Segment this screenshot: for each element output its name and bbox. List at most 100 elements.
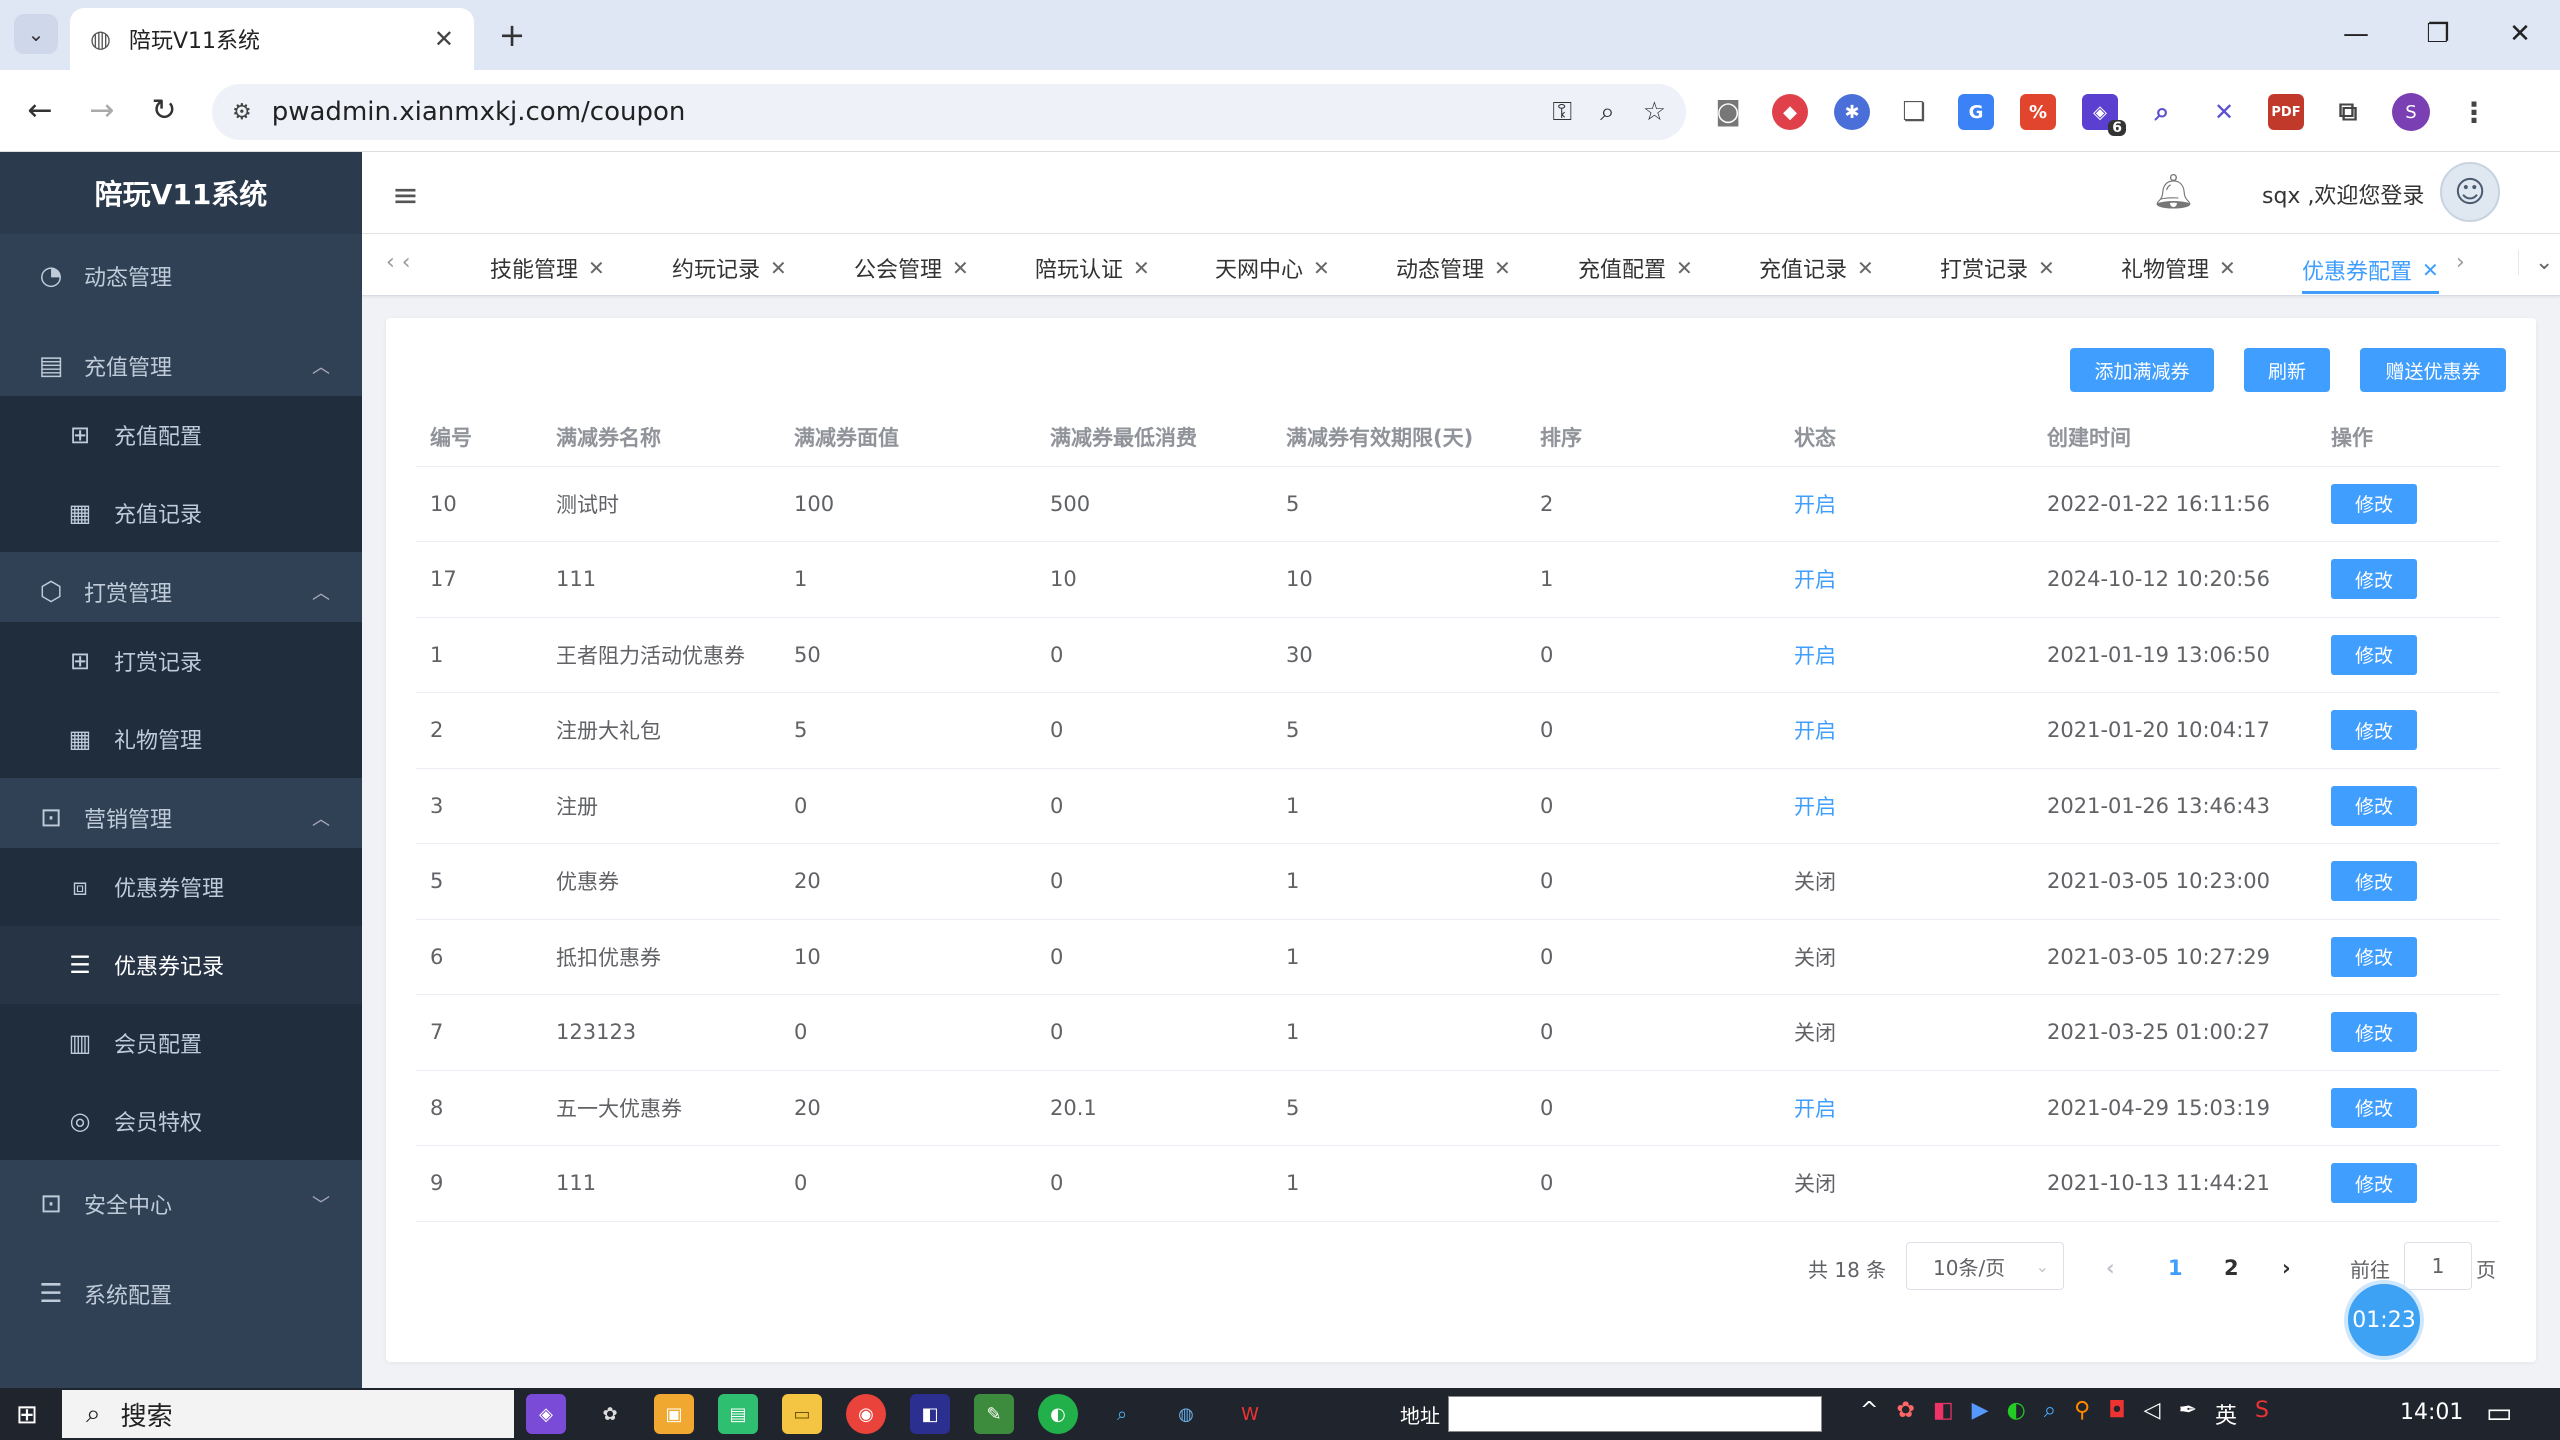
column-header-value[interactable]: 满减券面值: [780, 408, 1036, 467]
refresh-button[interactable]: 刷新: [2244, 348, 2330, 392]
back-arrow-icon[interactable]: ←: [20, 91, 60, 131]
ide-icon[interactable]: ◧: [910, 1394, 950, 1434]
tray-s-icon[interactable]: S: [2255, 1398, 2269, 1430]
close-window-icon[interactable]: ✕: [2490, 14, 2550, 54]
page-2[interactable]: 2: [2224, 1244, 2239, 1292]
address-bar[interactable]: ⚙ pwadmin.xianmxkj.com/coupon ⚿ ⌕ ☆: [212, 84, 1686, 140]
close-icon[interactable]: ✕: [2219, 256, 2236, 280]
edit-button[interactable]: 修改: [2331, 559, 2417, 600]
sidebar-item-security[interactable]: ⊡ 安全中心 ﹀: [0, 1162, 362, 1246]
edit-button[interactable]: 修改: [2331, 861, 2417, 902]
edit-button[interactable]: 修改: [2331, 1012, 2417, 1053]
address-toolbar-input[interactable]: [1448, 1396, 1822, 1432]
floating-timer[interactable]: 01:23: [2344, 1280, 2424, 1360]
close-icon[interactable]: ✕: [2422, 258, 2439, 282]
prev-page-icon[interactable]: ‹: [2106, 1244, 2115, 1292]
column-header-id[interactable]: 编号: [416, 408, 542, 467]
edit-button[interactable]: 修改: [2331, 936, 2417, 977]
goto-page-input[interactable]: [2404, 1242, 2472, 1290]
bookmark-star-icon[interactable]: ☆: [1643, 97, 1666, 127]
shield-extension-icon[interactable]: ◆: [1772, 94, 1808, 130]
taskbar-clock[interactable]: 14:01: [2400, 1400, 2463, 1425]
tab-search-chevron-icon[interactable]: ⌄: [14, 14, 58, 54]
sidebar-item-coupon-management[interactable]: ⧈ 优惠券管理: [0, 848, 362, 926]
sidebar-item-member-config[interactable]: ▥ 会员配置: [0, 1004, 362, 1082]
camera-icon[interactable]: ◙: [1710, 94, 1746, 130]
close-icon[interactable]: ✕: [1857, 256, 1874, 280]
zoom-icon[interactable]: ⌕: [1600, 97, 1615, 128]
tag-guild-management[interactable]: 公会管理 ✕: [854, 248, 969, 288]
tags-scroll-right-icon[interactable]: ›: [2456, 250, 2465, 275]
restore-window-icon[interactable]: ❐: [2408, 14, 2468, 54]
page-1[interactable]: 1: [2168, 1244, 2183, 1292]
edit-button[interactable]: 修改: [2331, 483, 2417, 524]
tag-dynamic-management[interactable]: 动态管理 ✕: [1396, 248, 1511, 288]
tag-gift-management[interactable]: 礼物管理 ✕: [2121, 248, 2236, 288]
puzzle-extensions-icon[interactable]: ⧉: [2330, 94, 2366, 130]
hamburger-menu-icon[interactable]: ≡: [392, 176, 419, 214]
page-size-select[interactable]: 10条/页 ⌄: [1906, 1242, 2064, 1290]
browser-tab[interactable]: ◍ 陪玩V11系统 ✕: [70, 8, 474, 70]
tags-dropdown-chevron-icon[interactable]: ⌄: [2518, 250, 2553, 275]
app-icon-green-doc[interactable]: ▤: [718, 1394, 758, 1434]
search-extension-icon[interactable]: ⌕: [2144, 94, 2180, 130]
sidebar-item-dynamic[interactable]: ◔ 动态管理: [0, 234, 362, 318]
site-settings-icon[interactable]: ⚙: [232, 100, 252, 125]
tag-skill-management[interactable]: 技能管理 ✕: [490, 248, 605, 288]
slash-extension-icon[interactable]: %: [2020, 94, 2056, 130]
tray-chevron-up-icon[interactable]: ^: [1860, 1398, 1878, 1430]
column-header-name[interactable]: 满减券名称: [542, 408, 780, 467]
translate-extension-icon[interactable]: G: [1958, 94, 1994, 130]
tray-red-icon[interactable]: ◘: [2108, 1398, 2125, 1430]
tray-play-icon[interactable]: ▶: [1972, 1398, 1989, 1430]
reload-icon[interactable]: ↻: [144, 91, 184, 131]
close-icon[interactable]: ✕: [1133, 256, 1150, 280]
globe-app-icon[interactable]: ◍: [1166, 1394, 1206, 1434]
close-icon[interactable]: ✕: [1494, 256, 1511, 280]
pdf-extension-icon[interactable]: PDF: [2268, 94, 2304, 130]
close-icon[interactable]: ✕: [770, 256, 787, 280]
tray-key-icon[interactable]: ⚲: [2074, 1398, 2090, 1430]
tag-recharge-records[interactable]: 充值记录 ✕: [1759, 248, 1874, 288]
add-coupon-button[interactable]: 添加满减券: [2070, 348, 2214, 392]
new-tab-plus-icon[interactable]: +: [492, 16, 532, 56]
close-icon[interactable]: ✕: [2038, 256, 2055, 280]
minimize-window-icon[interactable]: —: [2326, 14, 2386, 54]
tray-flower-icon[interactable]: ✿: [1896, 1398, 1914, 1430]
notepad-icon[interactable]: ✎: [974, 1394, 1014, 1434]
sidebar-item-member-privilege[interactable]: ◎ 会员特权: [0, 1082, 362, 1160]
taskbar-search[interactable]: ⌕ 搜索: [62, 1390, 514, 1438]
forward-arrow-icon[interactable]: →: [82, 91, 122, 131]
tag-companion-certification[interactable]: 陪玩认证 ✕: [1035, 248, 1150, 288]
close-icon[interactable]: ✕: [1313, 256, 1330, 280]
chrome-browser-icon[interactable]: ◉: [846, 1394, 886, 1434]
password-key-icon[interactable]: ⚿: [1552, 97, 1572, 128]
column-header-validity[interactable]: 满减券有效期限(天): [1272, 408, 1526, 467]
profile-avatar[interactable]: S: [2392, 93, 2430, 131]
column-header-sort[interactable]: 排序: [1526, 408, 1780, 467]
tag-reward-records[interactable]: 打赏记录 ✕: [1940, 248, 2055, 288]
sidebar-item-gift-management[interactable]: ▦ 礼物管理: [0, 700, 362, 778]
tag-recharge-config[interactable]: 充值配置 ✕: [1578, 248, 1693, 288]
next-page-icon[interactable]: ›: [2282, 1244, 2291, 1292]
windows-start-icon[interactable]: ⊞: [16, 1400, 38, 1430]
column-header-created[interactable]: 创建时间: [2033, 408, 2317, 467]
tray-app-icon[interactable]: ◧: [1933, 1398, 1954, 1430]
edit-button[interactable]: 修改: [2331, 1163, 2417, 1204]
sidebar-item-coupon-records[interactable]: ☰ 优惠券记录: [0, 926, 362, 1004]
bell-icon[interactable]: 🔔︎: [2152, 172, 2195, 212]
notification-center-icon[interactable]: ▭: [2486, 1396, 2512, 1429]
address-url[interactable]: pwadmin.xianmxkj.com/coupon: [272, 97, 1525, 127]
volume-icon[interactable]: ◁: [2144, 1398, 2161, 1430]
avatar[interactable]: ☺: [2440, 162, 2500, 222]
badge-extension-icon[interactable]: ◈ 6: [2082, 94, 2126, 136]
close-icon[interactable]: ✕: [952, 256, 969, 280]
pen-icon[interactable]: ✒: [2179, 1398, 2197, 1430]
wps-icon[interactable]: W: [1230, 1394, 1270, 1434]
search-app-icon[interactable]: ⌕: [1102, 1394, 1142, 1434]
more-menu-icon[interactable]: ⋮: [2456, 94, 2492, 130]
ime-indicator[interactable]: 英: [2215, 1398, 2237, 1430]
sidebar-item-recharge-config[interactable]: ⊞ 充值配置: [0, 396, 362, 474]
sidebar-item-reward-records[interactable]: ⊞ 打赏记录: [0, 622, 362, 700]
x-extension-icon[interactable]: ✕: [2206, 94, 2242, 130]
